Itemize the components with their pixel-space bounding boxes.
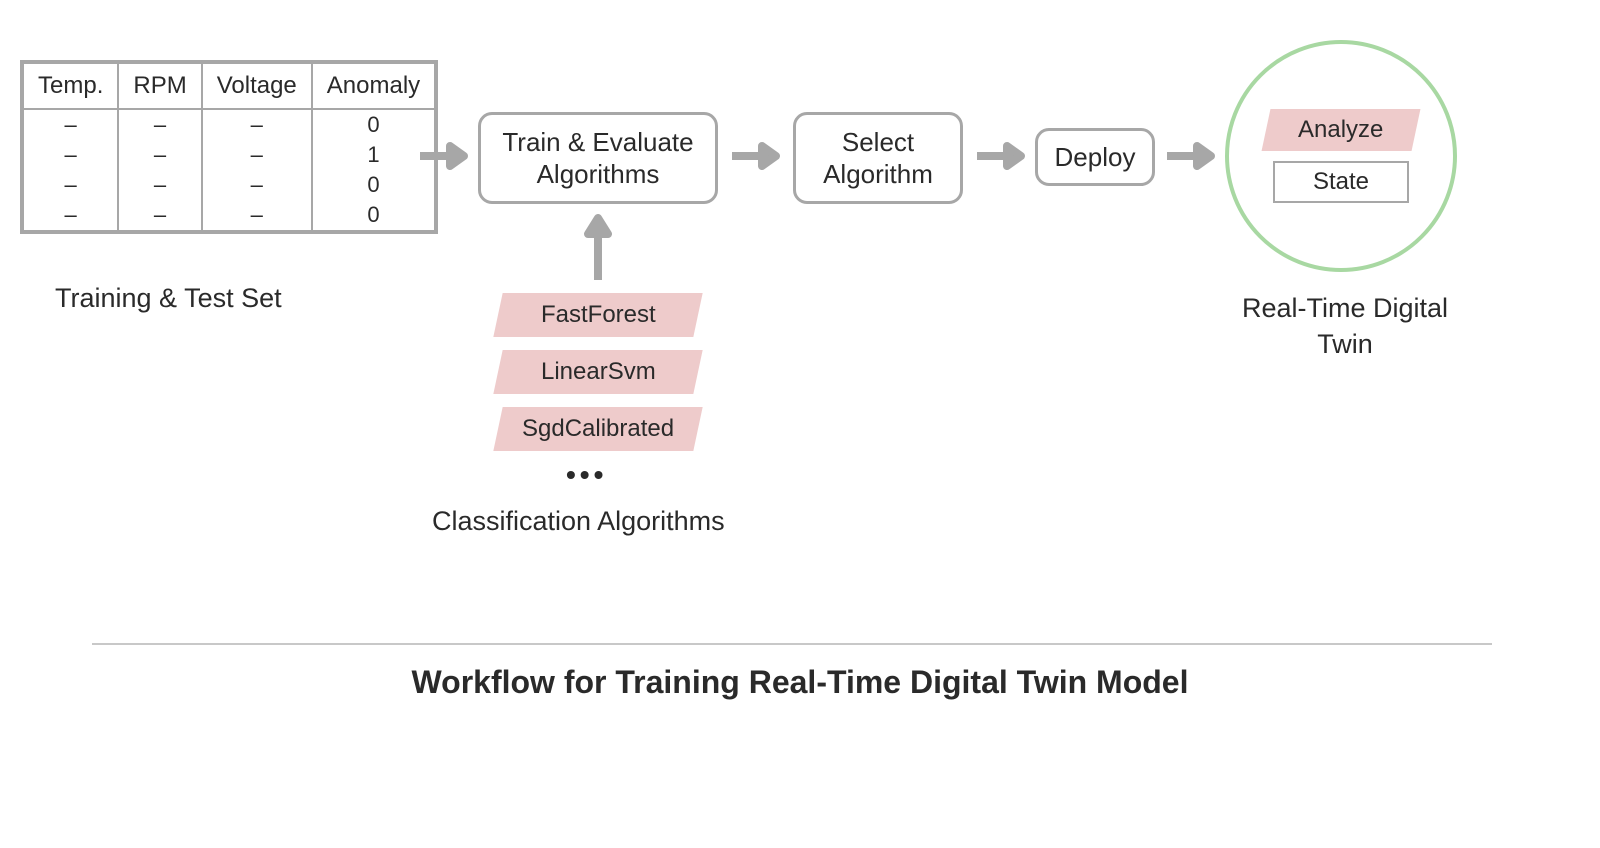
divider — [92, 643, 1492, 645]
train-evaluate-box: Train & Evaluate Algorithms — [478, 112, 718, 204]
table-row: –––0 — [24, 170, 434, 200]
classification-item: LinearSvm — [498, 350, 698, 394]
workflow-diagram: Temp. RPM Voltage Anomaly –––0 –––1 –––0… — [0, 0, 1600, 848]
analyze-node: Analyze — [1261, 109, 1421, 151]
training-test-table: Temp. RPM Voltage Anomaly –––0 –––1 –––0… — [20, 60, 438, 234]
twin-caption: Real-Time Digital Twin — [1240, 290, 1450, 363]
classification-item: FastForest — [498, 293, 698, 337]
table-row: –––1 — [24, 140, 434, 170]
arrow-right-icon — [1167, 142, 1215, 170]
table-row: –––0 — [24, 200, 434, 230]
classification-caption: Classification Algorithms — [432, 506, 725, 537]
arrow-right-icon — [732, 142, 780, 170]
table-caption: Training & Test Set — [55, 283, 282, 314]
col-voltage: Voltage — [202, 64, 312, 109]
select-algorithm-box: Select Algorithm — [793, 112, 963, 204]
state-node: State — [1273, 161, 1409, 203]
classification-item: SgdCalibrated — [498, 407, 698, 451]
diagram-title: Workflow for Training Real-Time Digital … — [0, 664, 1600, 701]
arrow-right-icon — [420, 142, 468, 170]
digital-twin-circle: Analyze State — [1225, 40, 1457, 272]
arrow-right-icon — [977, 142, 1025, 170]
arrow-up-icon — [584, 216, 612, 280]
ellipsis-icon: ••• — [566, 459, 607, 491]
col-anomaly: Anomaly — [312, 64, 434, 109]
deploy-box: Deploy — [1035, 128, 1155, 186]
table-row: –––0 — [24, 109, 434, 140]
col-temp: Temp. — [24, 64, 118, 109]
col-rpm: RPM — [118, 64, 201, 109]
